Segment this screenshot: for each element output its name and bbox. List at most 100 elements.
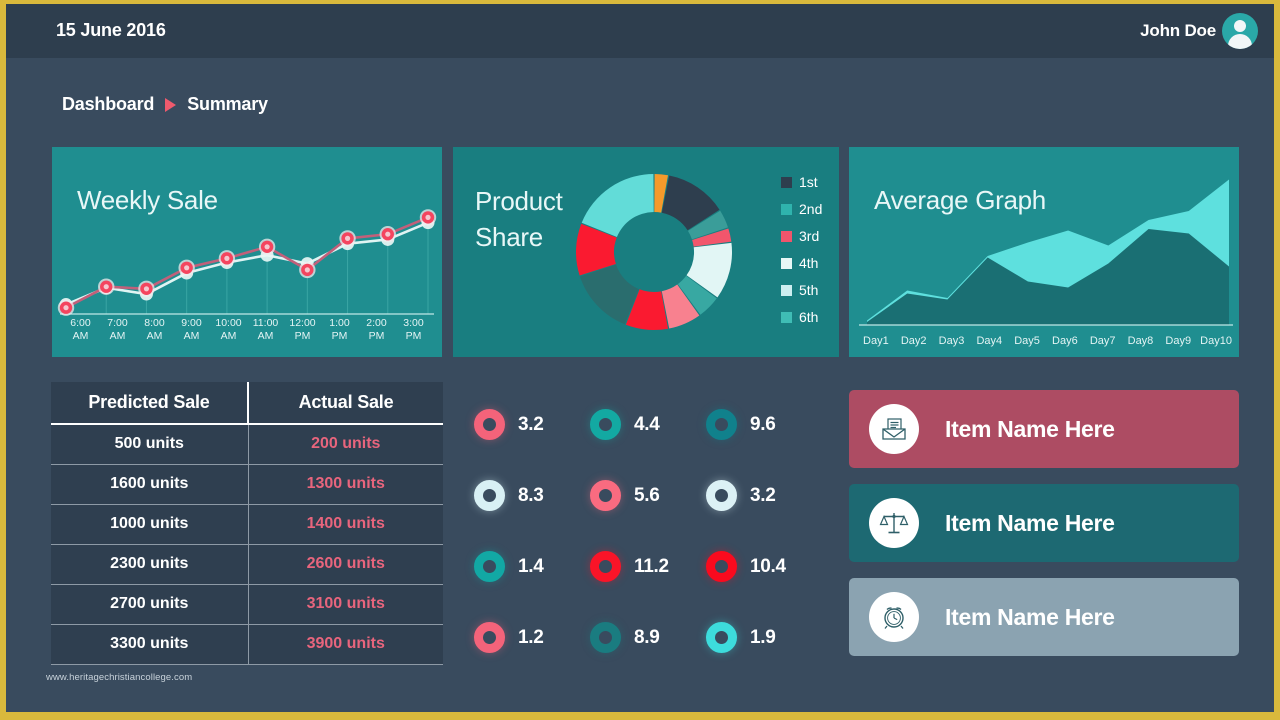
- legend-item[interactable]: 2nd: [781, 201, 822, 217]
- kpi-ring-icon: [706, 409, 737, 440]
- item-button-3-label: Item Name Here: [945, 603, 1115, 630]
- legend-item[interactable]: 4th: [781, 255, 822, 271]
- axis-tick-label: Day2: [900, 335, 927, 347]
- kpi-value: 8.9: [634, 626, 660, 648]
- axis-tick-label: 9:00 AM: [181, 317, 202, 342]
- kpi-indicator[interactable]: 11.2: [590, 531, 706, 602]
- axis-tick-label: Day8: [1127, 335, 1154, 347]
- kpi-ring-icon: [474, 622, 505, 653]
- kpi-indicator[interactable]: 1.4: [474, 531, 590, 602]
- column-header-actual: Actual Sale: [248, 382, 443, 425]
- kpi-ring-icon: [474, 409, 505, 440]
- axis-tick-label: Day6: [1052, 335, 1078, 347]
- cell-actual: 3100 units: [248, 584, 443, 625]
- cell-actual: 1400 units: [248, 504, 443, 545]
- legend-swatch: [781, 203, 792, 215]
- kpi-indicator[interactable]: 1.2: [474, 602, 590, 673]
- kpi-indicator[interactable]: 8.3: [474, 460, 590, 531]
- axis-tick-label: 6:00 AM: [70, 317, 91, 342]
- user-avatar-icon[interactable]: [1222, 13, 1258, 49]
- kpi-value: 9.6: [750, 413, 776, 435]
- axis-tick-label: Day3: [938, 335, 965, 347]
- axis-tick-label: Day9: [1165, 335, 1192, 347]
- item-button-2-label: Item Name Here: [945, 509, 1115, 536]
- cell-predicted: 500 units: [51, 424, 249, 465]
- breadcrumb-dashboard[interactable]: Dashboard: [62, 94, 154, 115]
- axis-tick-label: 3:00 PM: [403, 317, 424, 342]
- kpi-ring-icon: [590, 551, 621, 582]
- kpi-value: 3.2: [518, 413, 544, 435]
- cell-actual: 1300 units: [248, 464, 443, 505]
- column-header-predicted: Predicted Sale: [51, 382, 249, 425]
- item-button-3[interactable]: Item Name Here: [849, 578, 1239, 656]
- kpi-ring-icon: [590, 622, 621, 653]
- axis-tick-label: 7:00 AM: [107, 317, 128, 342]
- legend-swatch: [781, 230, 792, 242]
- average-graph-area-chart: [859, 179, 1233, 326]
- item-button-1[interactable]: Item Name Here: [849, 390, 1239, 468]
- legend-item[interactable]: 5th: [781, 282, 822, 298]
- kpi-indicator[interactable]: 1.9: [706, 602, 822, 673]
- legend-item[interactable]: 3rd: [781, 228, 822, 244]
- axis-tick-label: 1:00 PM: [329, 317, 350, 342]
- cell-predicted: 2700 units: [51, 584, 249, 625]
- kpi-ring-icon: [706, 551, 737, 582]
- axis-tick-label: 10:00 AM: [215, 317, 242, 342]
- table-row: 3300 units 3900 units: [51, 624, 443, 665]
- breadcrumb: Dashboard Summary: [62, 94, 268, 115]
- table-body: 500 units 200 units 1600 units 1300 units 10…: [51, 424, 443, 665]
- user-name: John Doe: [1140, 21, 1216, 40]
- legend-item[interactable]: 6th: [781, 309, 822, 325]
- cell-actual: 2600 units: [248, 544, 443, 585]
- cell-predicted: 2300 units: [51, 544, 249, 585]
- donut-slice: [581, 174, 654, 237]
- caret-right-icon: [165, 97, 177, 112]
- kpi-value: 1.4: [518, 555, 544, 577]
- kpi-ring-icon: [590, 409, 621, 440]
- kpi-indicator[interactable]: 8.9: [590, 602, 706, 673]
- footer-url: www.heritagechristiancollege.com: [46, 672, 193, 683]
- legend-label: 2nd: [799, 201, 823, 217]
- axis-tick-label: 11:00 AM: [252, 317, 279, 342]
- kpi-indicator[interactable]: 10.4: [706, 531, 822, 602]
- balance-scales-icon: [869, 498, 919, 548]
- cell-actual: 200 units: [248, 424, 443, 465]
- table-row: 500 units 200 units: [51, 424, 443, 465]
- avatar-head: [1234, 20, 1246, 32]
- cell-predicted: 1000 units: [51, 504, 249, 545]
- dashboard-slide: 15 June 2016 John Doe Dashboard Summary …: [6, 4, 1274, 712]
- top-bar: 15 June 2016 John Doe: [6, 4, 1274, 58]
- cell-predicted: 1600 units: [51, 464, 249, 505]
- kpi-value: 8.3: [518, 484, 544, 506]
- kpi-ring-icon: [590, 480, 621, 511]
- kpi-ring-icon: [706, 622, 737, 653]
- legend-label: 6th: [799, 309, 819, 325]
- average-graph-x-axis: Day1 Day2 Day3 Day4 Day5 Day6 Day7 Day8 Day9 Day1…: [857, 335, 1235, 347]
- legend-label: 5th: [799, 282, 819, 298]
- sales-table: Predicted Sale Actual Sale 500 units 200 …: [51, 382, 443, 665]
- kpi-indicator[interactable]: 9.6: [706, 389, 822, 460]
- kpi-value: 4.4: [634, 413, 660, 435]
- item-button-1-label: Item Name Here: [945, 415, 1115, 442]
- legend-label: 1st: [799, 174, 818, 190]
- legend-swatch: [781, 176, 792, 188]
- legend-swatch: [781, 311, 792, 323]
- alarm-clock-icon: [869, 592, 919, 642]
- kpi-value: 1.9: [750, 626, 776, 648]
- kpi-indicator[interactable]: 5.6: [590, 460, 706, 531]
- axis-tick-label: Day1: [863, 335, 889, 347]
- axis-tick-label: 12:00 PM: [289, 317, 316, 342]
- axis-tick-label: Day5: [1014, 335, 1040, 347]
- kpi-indicator[interactable]: 3.2: [706, 460, 822, 531]
- product-share-legend: 1st 2nd 3rd 4th 5th 6th: [781, 174, 822, 325]
- legend-item[interactable]: 1st: [781, 174, 822, 190]
- kpi-indicator[interactable]: 4.4: [590, 389, 706, 460]
- cell-predicted: 3300 units: [51, 624, 249, 665]
- table-row: 1000 units 1400 units: [51, 504, 443, 545]
- table-row: 2700 units 3100 units: [51, 584, 443, 625]
- item-button-2[interactable]: Item Name Here: [849, 484, 1239, 562]
- average-graph-card: Average Graph: [849, 147, 1239, 357]
- breadcrumb-summary[interactable]: Summary: [187, 94, 268, 115]
- kpi-indicator[interactable]: 3.2: [474, 389, 590, 460]
- table-row: 2300 units 2600 units: [51, 544, 443, 585]
